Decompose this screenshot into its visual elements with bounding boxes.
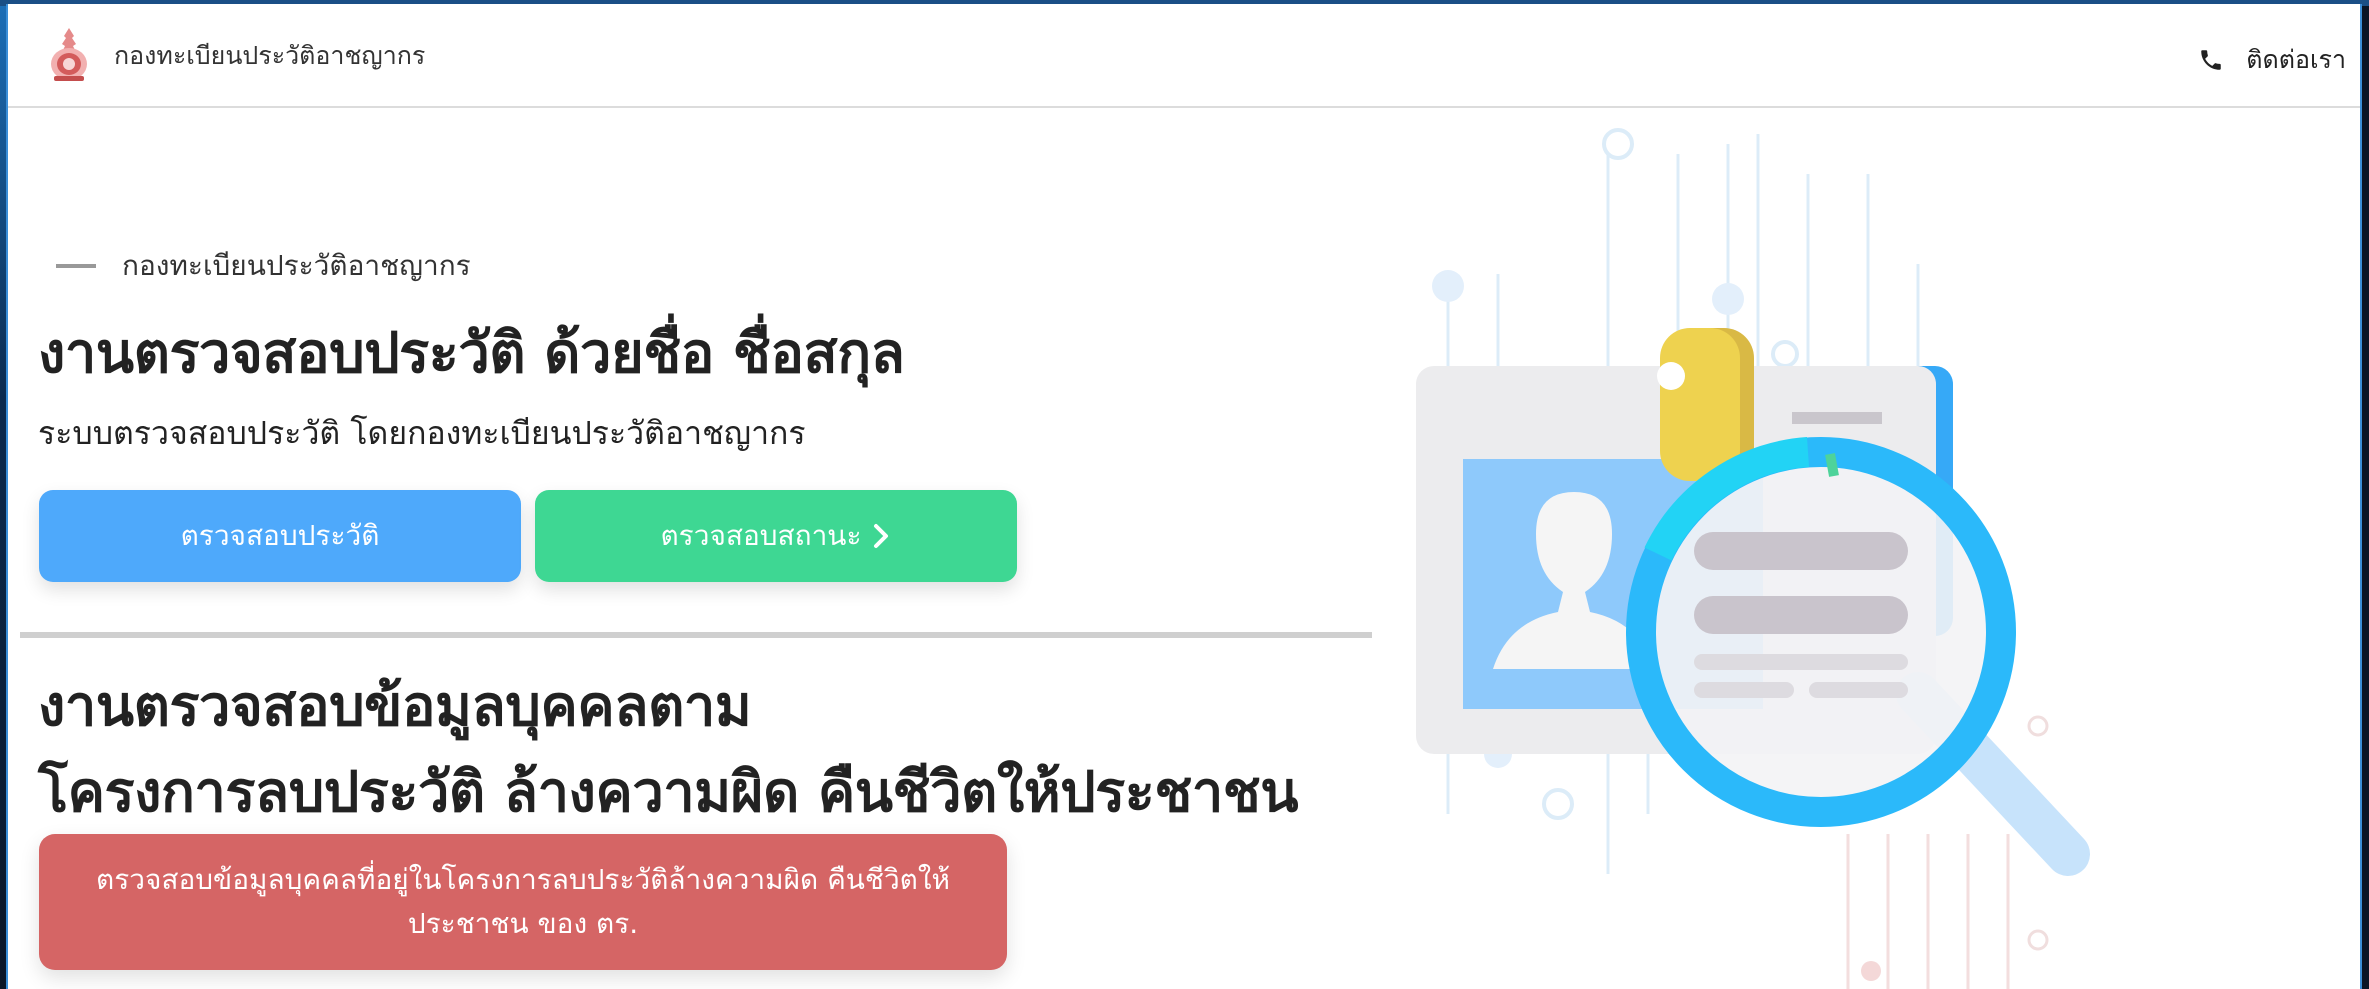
eyebrow-line xyxy=(56,264,96,268)
browser-page: กองทะเบียนประวัติอาชญากร ติดต่อเรา กองทะ… xyxy=(6,4,2362,989)
section2-title-line1: งานตรวจสอบข้อมูลบุคคลตาม xyxy=(38,674,752,739)
phone-icon xyxy=(2201,50,2222,70)
eyebrow-text: กองทะเบียนประวัติอาชญากร xyxy=(122,249,471,282)
check-history-button[interactable]: ตรวจสอบประวัติ xyxy=(39,490,521,582)
check-erase-record-label: ตรวจสอบข้อมูลบุคคลที่อยู่ในโครงการลบประว… xyxy=(96,863,950,940)
check-erase-record-button[interactable]: ตรวจสอบข้อมูลบุคคลที่อยู่ในโครงการลบประว… xyxy=(39,834,1007,970)
hero-title: งานตรวจสอบประวัติ ด้วยชื่อ ชื่อสกุล xyxy=(38,321,905,386)
section2-title: งานตรวจสอบข้อมูลบุคคลตาม โครงการลบประวัต… xyxy=(38,664,1299,836)
hero-subtitle: ระบบตรวจสอบประวัติ โดยกองทะเบียนประวัติอ… xyxy=(38,414,806,452)
contact-label: ติดต่อเรา xyxy=(2246,45,2346,74)
section2-title-line2: โครงการลบประวัติ ล้างความผิด คืนชีวิตให้… xyxy=(38,760,1299,825)
check-status-label: ตรวจสอบสถานะ xyxy=(660,519,862,552)
check-status-button[interactable]: ตรวจสอบสถานะ xyxy=(535,490,1017,582)
eyebrow: กองทะเบียนประวัติอาชญากร xyxy=(56,244,471,288)
logo-emblem-icon[interactable] xyxy=(46,24,92,84)
contact-link[interactable]: ติดต่อเรา xyxy=(2198,40,2346,80)
id-card-magnifier-illustration xyxy=(1416,128,2090,989)
chevron-right-icon xyxy=(874,524,889,548)
navbar: กองทะเบียนประวัติอาชญากร ติดต่อเรา xyxy=(8,4,2360,108)
brand-name[interactable]: กองทะเบียนประวัติอาชญากร xyxy=(114,36,425,76)
check-history-label: ตรวจสอบประวัติ xyxy=(180,519,380,552)
section-divider xyxy=(20,632,1372,638)
